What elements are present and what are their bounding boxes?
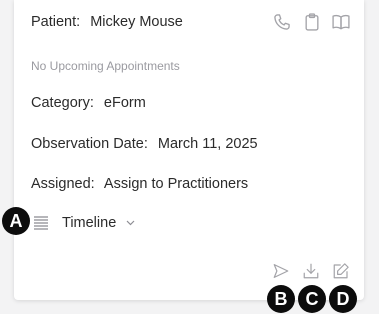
edit-icon[interactable]	[332, 262, 350, 280]
assigned-row: Assigned: Assign to Practitioners	[31, 176, 248, 192]
observation-date-label: Observation Date:	[31, 136, 148, 152]
assigned-value[interactable]: Assign to Practitioners	[104, 176, 248, 192]
callout-d-badge: D	[329, 285, 357, 313]
clipboard-icon[interactable]	[302, 12, 322, 32]
category-value: eForm	[103, 95, 146, 111]
timeline-label: Timeline	[62, 215, 117, 231]
callout-c-badge: C	[298, 285, 326, 313]
patient-row: Patient: Mickey Mouse	[31, 14, 183, 30]
patient-label: Patient:	[31, 14, 81, 30]
book-icon[interactable]	[331, 12, 351, 32]
callout-b-badge: B	[267, 285, 295, 313]
list-icon[interactable]	[33, 215, 49, 231]
observation-date-row: Observation Date: March 11, 2025	[31, 136, 258, 152]
patient-name[interactable]: Mickey Mouse	[90, 14, 183, 30]
send-icon[interactable]	[272, 262, 290, 280]
assigned-label: Assigned:	[31, 176, 95, 192]
observation-card: Patient: Mickey Mouse No Upcoming Appoin…	[14, 0, 364, 300]
timeline-dropdown[interactable]: Timeline	[62, 215, 135, 231]
observation-date-value: March 11, 2025	[157, 136, 258, 152]
chevron-down-icon	[126, 220, 135, 226]
phone-icon[interactable]	[272, 12, 292, 32]
appointments-status: No Upcoming Appointments	[31, 59, 180, 73]
download-icon[interactable]	[302, 262, 320, 280]
category-row: Category: eForm	[31, 95, 146, 111]
callout-a-badge: A	[2, 207, 30, 235]
category-label: Category:	[31, 95, 94, 111]
